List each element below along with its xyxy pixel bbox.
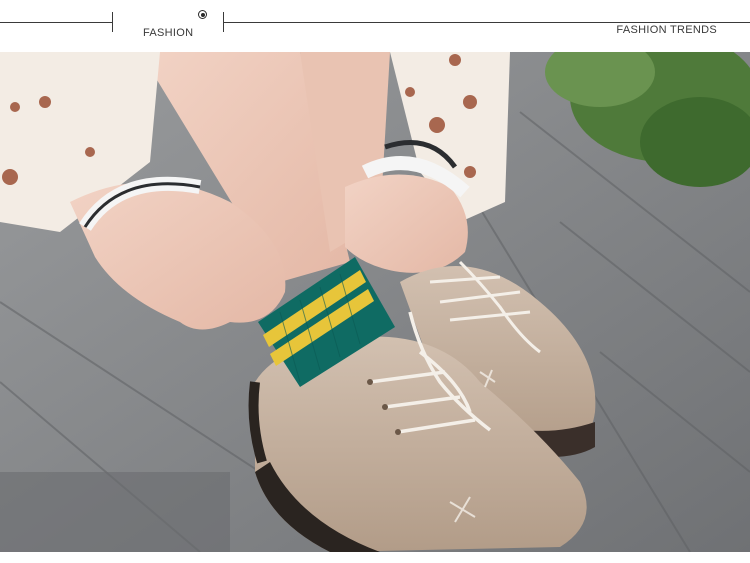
product-photo [0, 52, 750, 552]
fashion-label: FASHION [143, 27, 194, 39]
right-hand [345, 174, 468, 273]
photo-illustration [0, 52, 750, 552]
header-rule-left [0, 22, 112, 23]
bottom-margin [0, 552, 750, 563]
header-tick-left [112, 12, 113, 32]
header-bar: FASHION FASHION TRENDS [0, 0, 750, 52]
fashion-trends-label: FASHION TRENDS [616, 24, 717, 36]
header-rule-right [224, 22, 750, 23]
circle-dot-icon [198, 10, 207, 19]
